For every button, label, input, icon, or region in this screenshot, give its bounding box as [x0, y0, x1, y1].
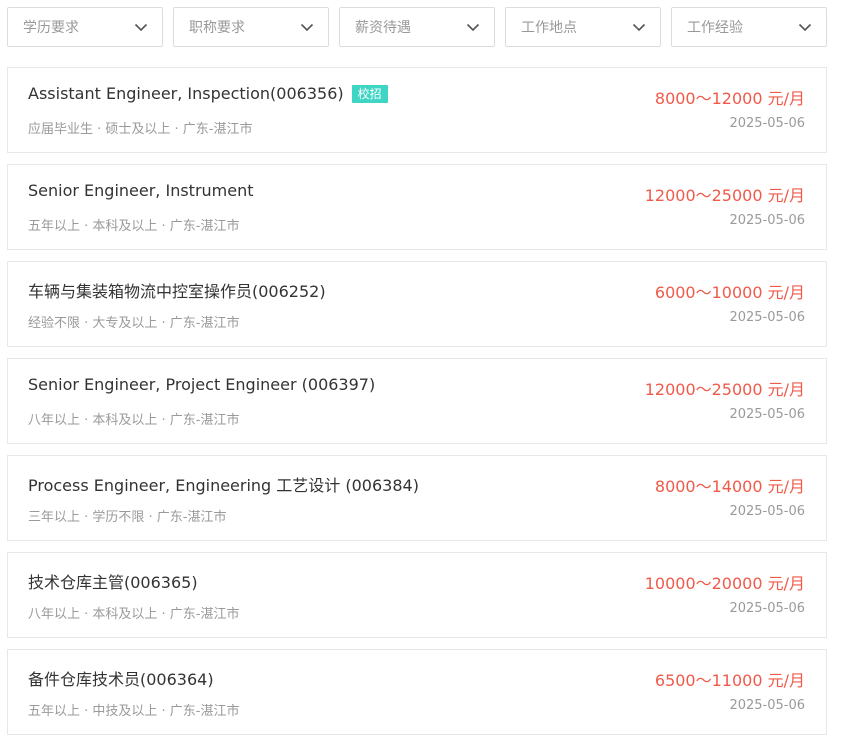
job-salary: 8000～12000 元/月	[654, 89, 805, 108]
job-date: 2025-05-06	[729, 601, 805, 616]
filter-experience[interactable]: 工作经验	[671, 7, 827, 47]
job-date: 2025-05-06	[729, 310, 805, 325]
job-salary: 6500～11000 元/月	[654, 671, 805, 690]
job-title[interactable]: 车辆与集装箱物流中控室操作员(006252)	[28, 278, 326, 302]
job-meta: 三年以上 · 学历不限 · 广东-湛江市	[28, 510, 227, 525]
job-meta: 五年以上 · 中技及以上 · 广东-湛江市	[28, 704, 240, 719]
job-title[interactable]: Process Engineer, Engineering 工艺设计 (0063…	[28, 472, 419, 496]
filter-label: 工作地点	[521, 20, 577, 36]
filter-salary[interactable]: 薪资待遇	[339, 7, 495, 47]
filter-label: 薪资待遇	[355, 20, 411, 36]
job-title-row: Senior Engineer, Instrument	[28, 181, 254, 200]
job-date: 2025-05-06	[729, 698, 805, 713]
job-title[interactable]: Assistant Engineer, Inspection(006356)	[28, 84, 344, 103]
chevron-down-icon	[134, 23, 148, 32]
job-meta: 八年以上 · 本科及以上 · 广东-湛江市	[28, 413, 240, 428]
job-card[interactable]: Process Engineer, Engineering 工艺设计 (0063…	[7, 455, 827, 541]
job-card[interactable]: Senior Engineer, Project Engineer (00639…	[7, 358, 827, 444]
filter-label: 工作经验	[687, 20, 743, 36]
job-title[interactable]: 技术仓库主管(006365)	[28, 569, 198, 593]
job-meta: 应届毕业生 · 硕士及以上 · 广东-湛江市	[28, 122, 253, 137]
job-card[interactable]: 备件仓库技术员(006364) 五年以上 · 中技及以上 · 广东-湛江市 65…	[7, 649, 827, 735]
job-salary: 10000～20000 元/月	[644, 574, 805, 593]
job-title-row: Process Engineer, Engineering 工艺设计 (0063…	[28, 472, 419, 496]
job-date: 2025-05-06	[729, 504, 805, 519]
job-date: 2025-05-06	[729, 116, 805, 131]
job-card[interactable]: Assistant Engineer, Inspection(006356) 校…	[7, 67, 827, 153]
job-date: 2025-05-06	[729, 407, 805, 422]
job-title[interactable]: 备件仓库技术员(006364)	[28, 666, 214, 690]
job-title-row: 备件仓库技术员(006364)	[28, 666, 214, 690]
job-title-row: 车辆与集装箱物流中控室操作员(006252)	[28, 278, 326, 302]
job-meta: 八年以上 · 本科及以上 · 广东-湛江市	[28, 607, 240, 622]
job-salary: 6000～10000 元/月	[654, 283, 805, 302]
job-list: Assistant Engineer, Inspection(006356) 校…	[7, 67, 827, 746]
filter-label: 学历要求	[23, 20, 79, 36]
filter-education[interactable]: 学历要求	[7, 7, 163, 47]
job-salary: 12000～25000 元/月	[644, 380, 805, 399]
filter-location[interactable]: 工作地点	[505, 7, 661, 47]
chevron-down-icon	[466, 23, 480, 32]
job-card[interactable]: 技术仓库主管(006365) 八年以上 · 本科及以上 · 广东-湛江市 100…	[7, 552, 827, 638]
job-card[interactable]: Senior Engineer, Instrument 五年以上 · 本科及以上…	[7, 164, 827, 250]
chevron-down-icon	[300, 23, 314, 32]
job-meta: 经验不限 · 大专及以上 · 广东-湛江市	[28, 316, 240, 331]
job-meta: 五年以上 · 本科及以上 · 广东-湛江市	[28, 219, 240, 234]
job-title-row: 技术仓库主管(006365)	[28, 569, 198, 593]
campus-tag: 校招	[351, 84, 388, 103]
job-salary: 8000～14000 元/月	[654, 477, 805, 496]
job-date: 2025-05-06	[729, 213, 805, 228]
job-title-row: Senior Engineer, Project Engineer (00639…	[28, 375, 375, 394]
filter-title[interactable]: 职称要求	[173, 7, 329, 47]
chevron-down-icon	[632, 23, 646, 32]
job-title[interactable]: Senior Engineer, Instrument	[28, 181, 254, 200]
chevron-down-icon	[798, 23, 812, 32]
filter-bar: 学历要求 职称要求 薪资待遇 工作地点 工作经验	[7, 7, 827, 47]
job-title-row: Assistant Engineer, Inspection(006356) 校…	[28, 84, 388, 103]
job-title[interactable]: Senior Engineer, Project Engineer (00639…	[28, 375, 375, 394]
job-salary: 12000～25000 元/月	[644, 186, 805, 205]
job-card[interactable]: 车辆与集装箱物流中控室操作员(006252) 经验不限 · 大专及以上 · 广东…	[7, 261, 827, 347]
filter-label: 职称要求	[189, 20, 245, 36]
